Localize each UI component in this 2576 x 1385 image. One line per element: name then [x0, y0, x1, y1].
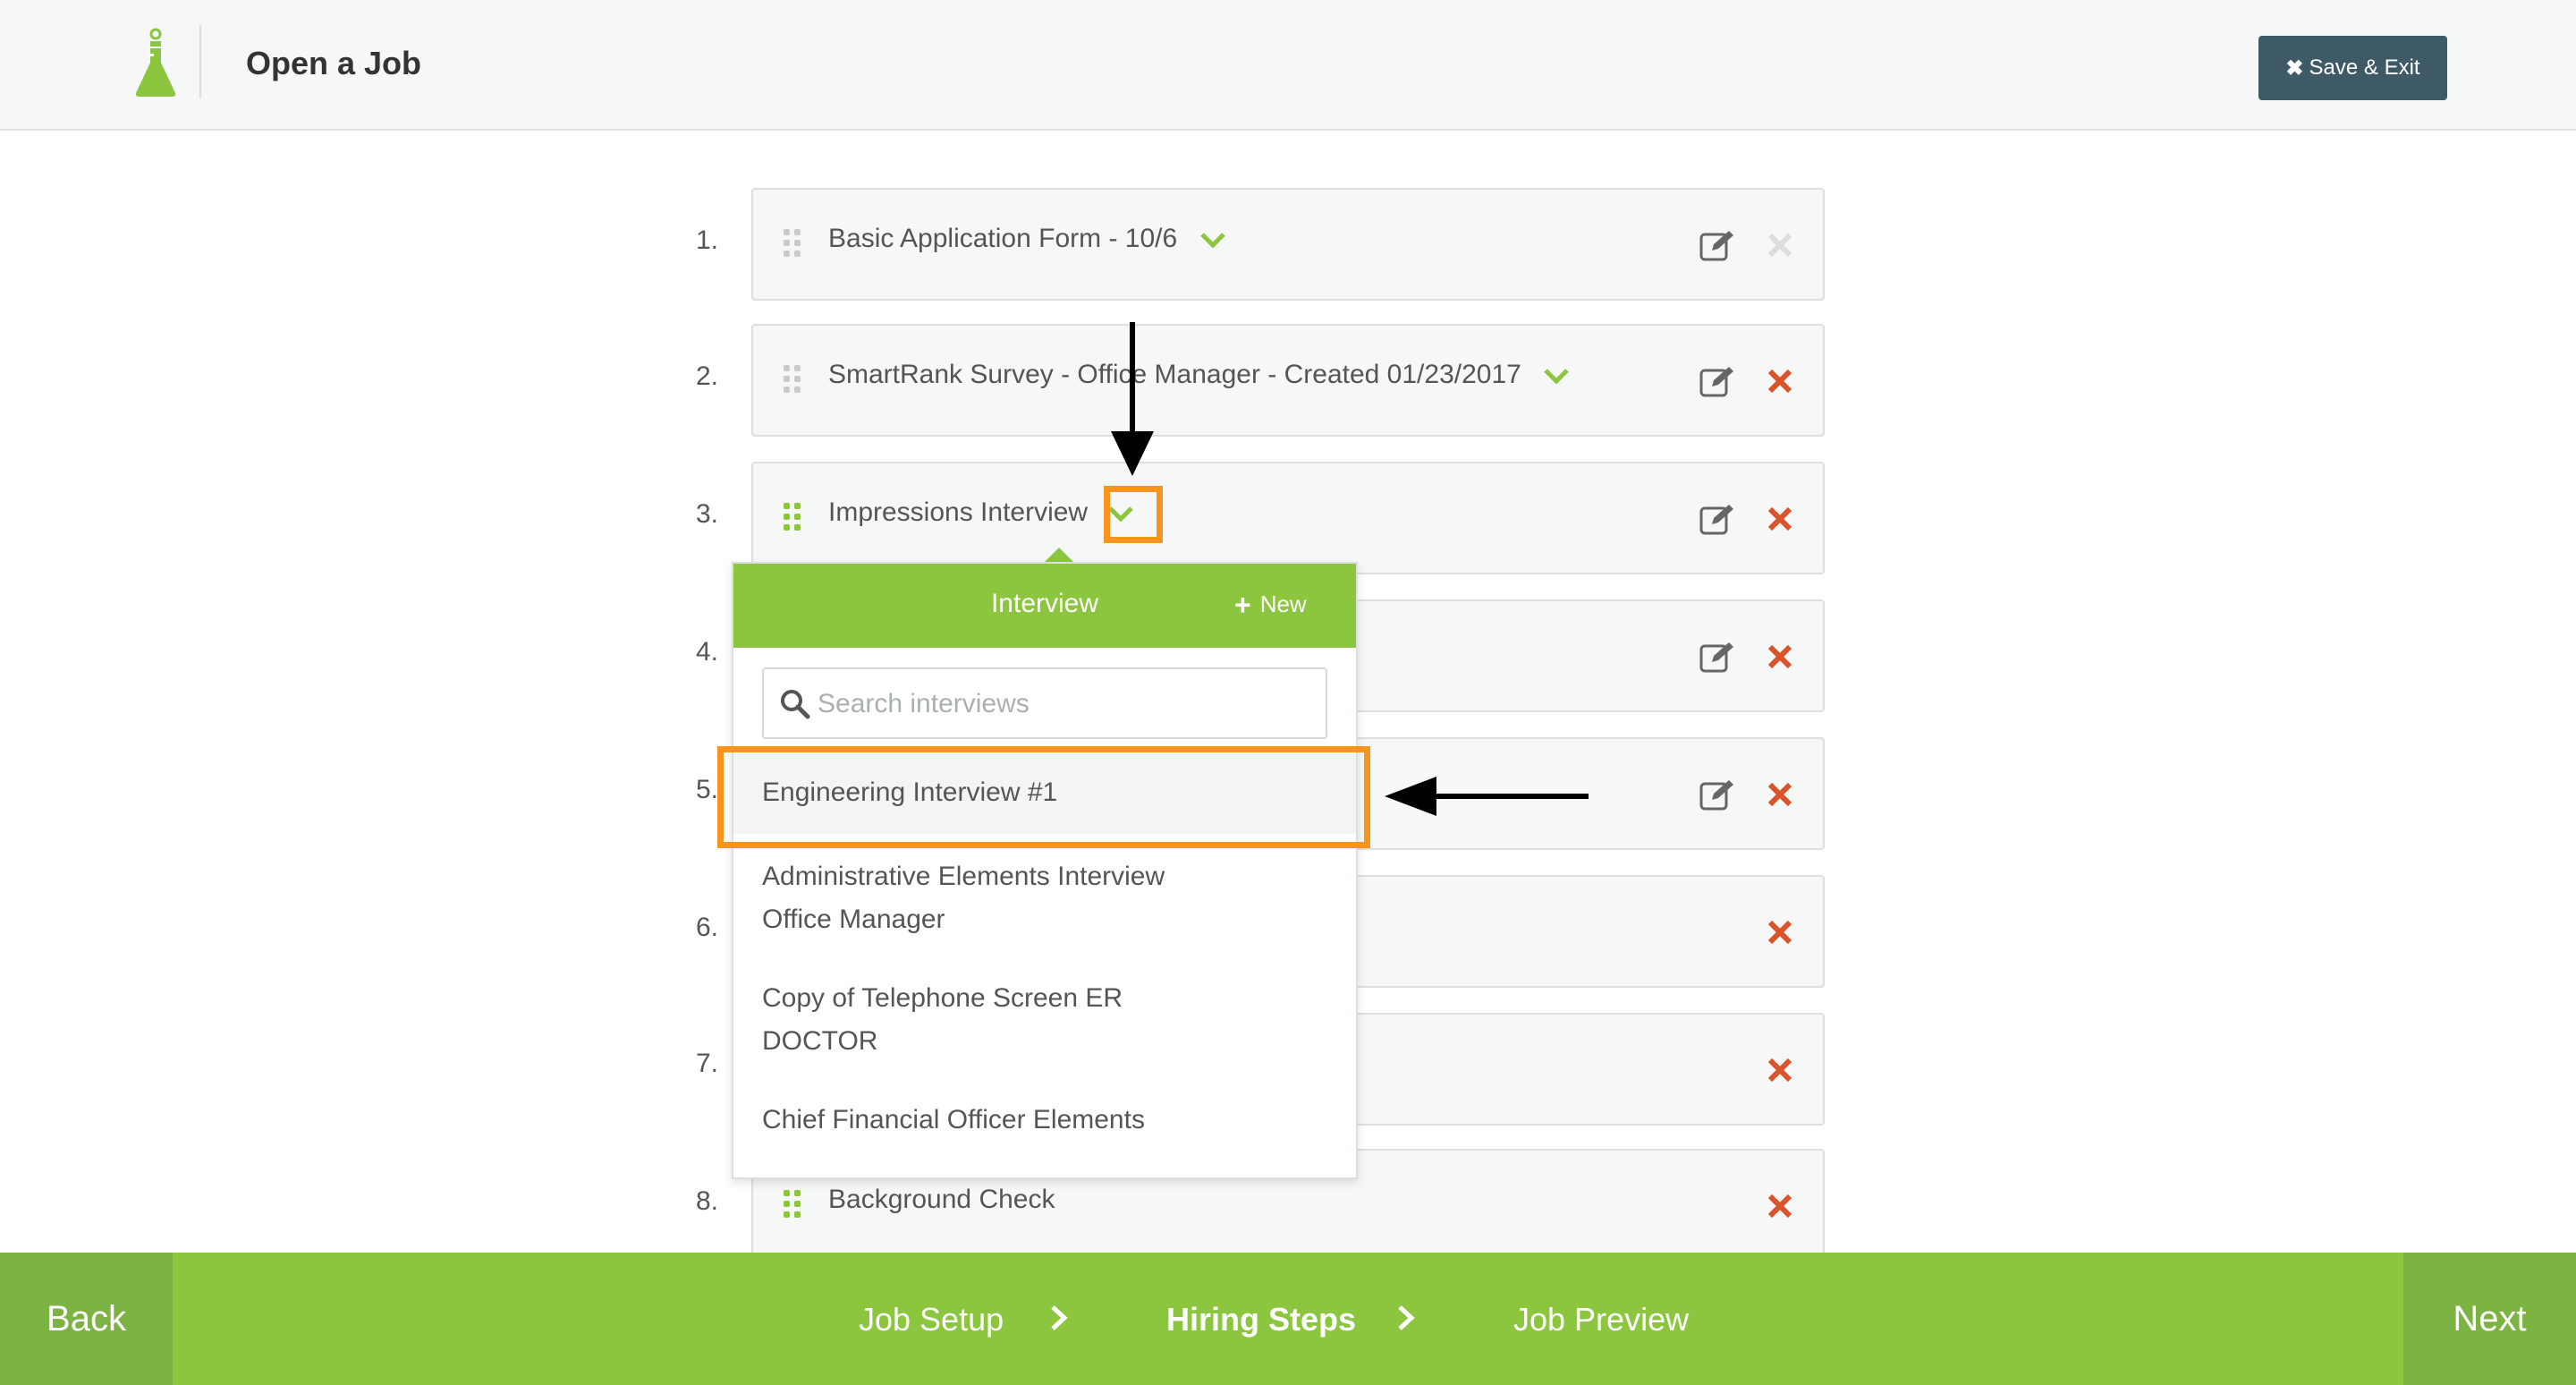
- step-number: 7.: [696, 1049, 719, 1078]
- edit-icon[interactable]: [1699, 229, 1735, 261]
- drag-handle-icon[interactable]: [784, 1190, 801, 1219]
- dropdown-caret: [1045, 548, 1073, 562]
- page-title: Open a Job: [246, 45, 422, 81]
- step-number: 4.: [696, 637, 719, 667]
- close-icon: ✖: [2285, 55, 2304, 81]
- dropdown-option[interactable]: Chief Financial Officer Elements: [762, 1099, 1145, 1142]
- step-label-text: Impressions Interview: [828, 497, 1089, 527]
- edit-icon[interactable]: [1699, 365, 1735, 397]
- new-label: New: [1259, 591, 1307, 617]
- search-input[interactable]: [818, 682, 1309, 726]
- drag-handle-icon[interactable]: [784, 503, 801, 531]
- step-label-text: Background Check: [828, 1185, 1055, 1214]
- drag-handle-icon[interactable]: [784, 365, 801, 394]
- step-number: 6.: [696, 913, 719, 942]
- step-number: 5.: [696, 775, 719, 804]
- close-icon[interactable]: [1766, 1192, 1794, 1220]
- close-icon[interactable]: [1766, 367, 1794, 395]
- step-number: 1.: [696, 225, 719, 255]
- option-line: Office Manager: [762, 905, 945, 934]
- chevron-down-icon[interactable]: [1543, 366, 1570, 386]
- edit-icon[interactable]: [1699, 778, 1735, 811]
- hiring-step-card[interactable]: Basic Application Form - 10/6: [751, 188, 1825, 301]
- plus-icon: +: [1234, 588, 1251, 621]
- next-button[interactable]: Next: [2403, 1253, 2576, 1385]
- dropdown-header: Interview + New: [733, 564, 1356, 648]
- close-icon[interactable]: [1766, 780, 1794, 809]
- flask-logo-icon: [135, 28, 176, 97]
- new-interview-button[interactable]: + New: [1234, 588, 1307, 621]
- dropdown-option[interactable]: Administrative Elements Interview Office…: [762, 855, 1165, 941]
- crumb-job-preview[interactable]: Job Preview: [1513, 1301, 1689, 1338]
- interview-dropdown: Interview + New Engineering Interview #1…: [732, 562, 1358, 1179]
- step-label-text: SmartRank Survey - Office Manager - Crea…: [828, 360, 1521, 389]
- edit-icon[interactable]: [1699, 503, 1735, 535]
- step-number: 3.: [696, 499, 719, 529]
- step-label: Background Check: [828, 1185, 1055, 1215]
- option-line: Copy of Telephone Screen ER: [762, 983, 1123, 1013]
- dropdown-option[interactable]: Copy of Telephone Screen ER DOCTOR: [762, 977, 1123, 1063]
- hiring-step-card[interactable]: Impressions Interview: [751, 462, 1825, 574]
- close-icon[interactable]: [1766, 642, 1794, 671]
- close-icon[interactable]: [1766, 505, 1794, 533]
- annotation-highlight-box: [717, 746, 1370, 848]
- step-number: 2.: [696, 361, 719, 391]
- step-label-text: Basic Application Form - 10/6: [828, 224, 1178, 253]
- top-bar: Open a Job ✖ Save & Exit: [0, 0, 2576, 131]
- save-exit-label: Save & Exit: [2309, 55, 2420, 80]
- drag-handle-icon[interactable]: [784, 229, 801, 258]
- annotation-arrow-down-icon: [1111, 322, 1154, 476]
- crumb-job-setup[interactable]: Job Setup: [859, 1301, 1004, 1338]
- back-button[interactable]: Back: [0, 1253, 173, 1385]
- close-icon[interactable]: [1766, 231, 1794, 259]
- step-number: 8.: [696, 1186, 719, 1216]
- annotation-highlight-box: [1104, 486, 1163, 543]
- search-box[interactable]: [762, 667, 1327, 739]
- option-line: Administrative Elements Interview: [762, 862, 1165, 891]
- crumb-hiring-steps[interactable]: Hiring Steps: [1166, 1301, 1356, 1338]
- close-icon[interactable]: [1766, 1056, 1794, 1084]
- step-label: Impressions Interview: [828, 497, 1134, 528]
- chevron-right-icon: [1398, 1305, 1415, 1330]
- option-line: Chief Financial Officer Elements: [762, 1105, 1145, 1134]
- header-divider: [199, 25, 201, 98]
- hiring-step-card[interactable]: SmartRank Survey - Office Manager - Crea…: [751, 324, 1825, 437]
- option-line: DOCTOR: [762, 1026, 878, 1056]
- close-icon[interactable]: [1766, 918, 1794, 947]
- chevron-down-icon[interactable]: [1199, 230, 1226, 250]
- annotation-arrow-left-icon: [1385, 777, 1589, 816]
- chevron-right-icon: [1051, 1305, 1068, 1330]
- edit-icon[interactable]: [1699, 641, 1735, 673]
- footer-nav: Back Job Setup Hiring Steps Job Preview …: [0, 1253, 2576, 1385]
- step-label: Basic Application Form - 10/6: [828, 224, 1226, 254]
- step-label: SmartRank Survey - Office Manager - Crea…: [828, 360, 1570, 390]
- search-icon: [781, 690, 810, 719]
- save-exit-button[interactable]: ✖ Save & Exit: [2258, 36, 2447, 100]
